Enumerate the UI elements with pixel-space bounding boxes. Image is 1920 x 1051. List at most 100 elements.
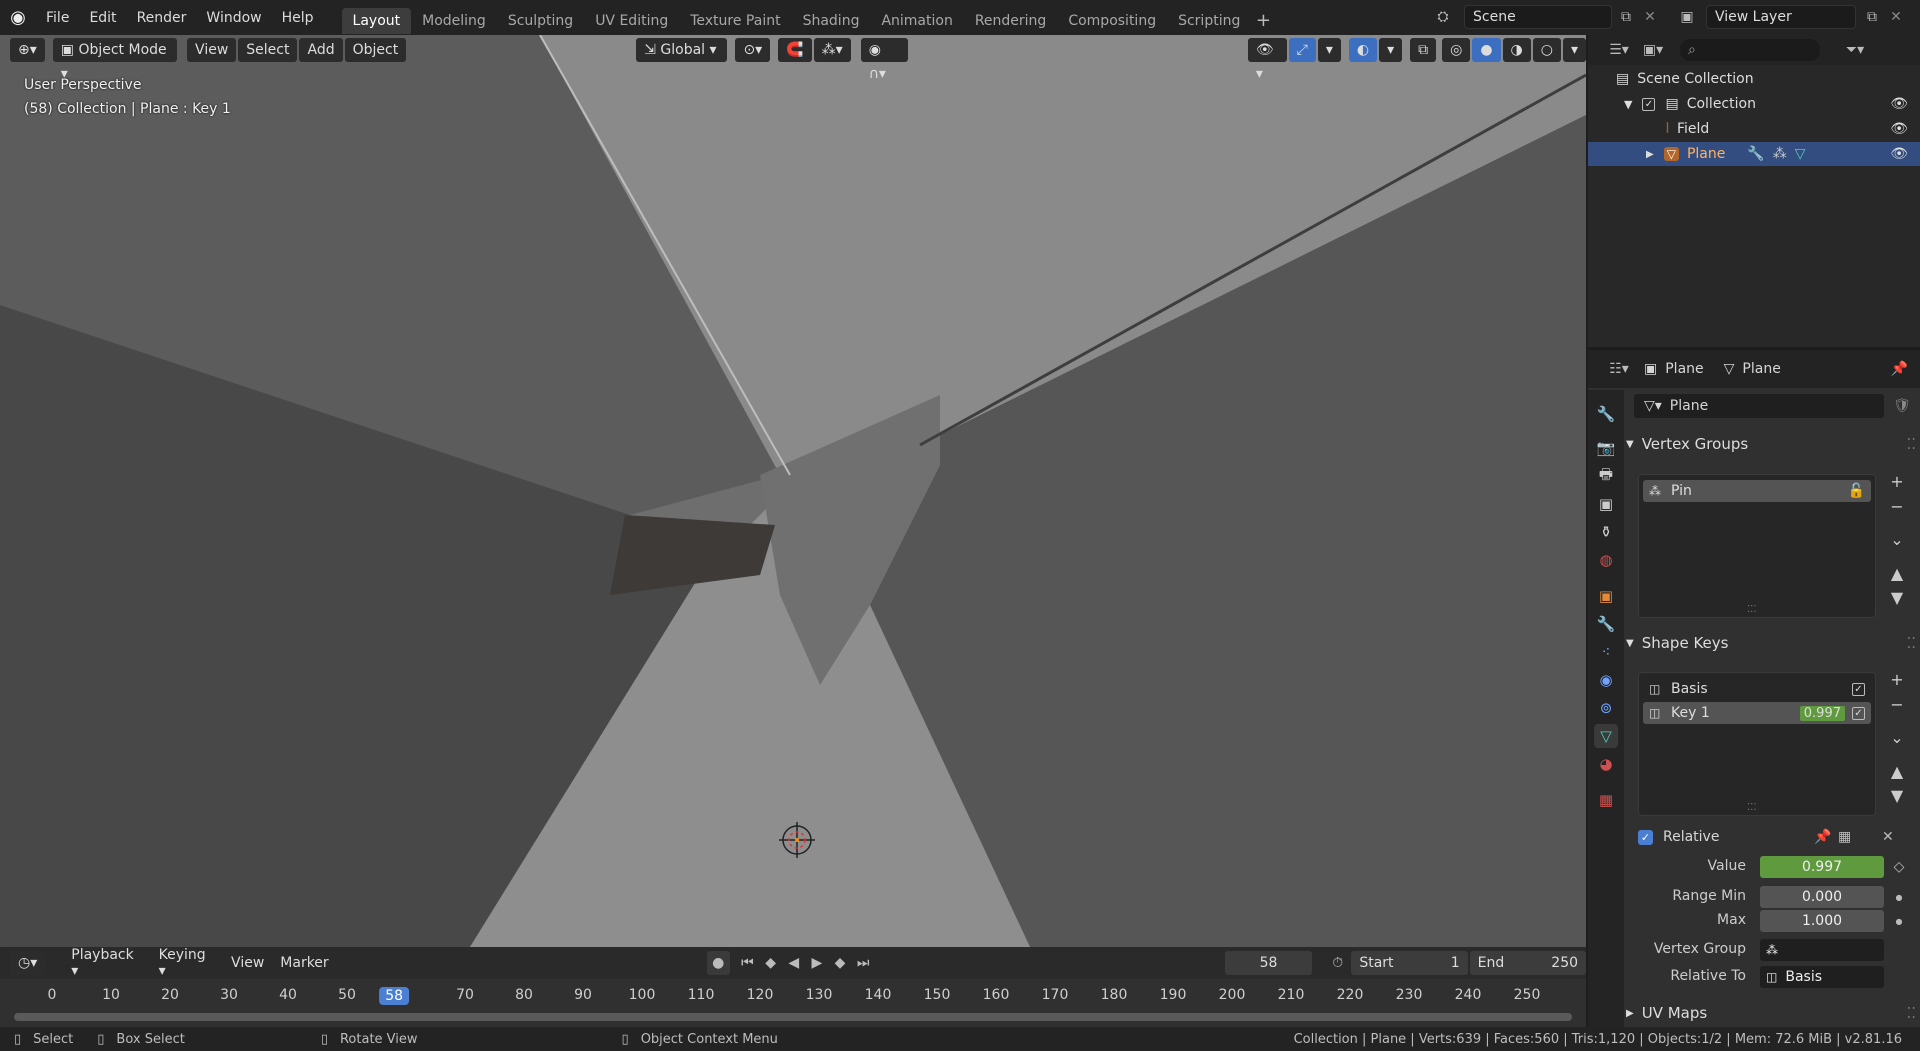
constraints-tab-icon[interactable]: ⊚	[1594, 696, 1618, 720]
shape-keys-list[interactable]: ◫ Basis ✓ ◫ Key 1 0.997 ✓ ⁚⁚⁚	[1638, 672, 1876, 816]
tab-animation[interactable]: Animation	[870, 8, 963, 34]
start-frame-field[interactable]: Start 1	[1351, 951, 1468, 975]
shape-key-key1-checkbox[interactable]: ✓	[1852, 706, 1865, 720]
jump-end-icon[interactable]: ⏭	[852, 951, 875, 975]
mesh-data-icon[interactable]: ▽	[1795, 146, 1806, 162]
fake-user-icon[interactable]: 🛡	[1890, 394, 1914, 418]
outliner-row-field[interactable]: ⦚ Field 👁	[1588, 117, 1920, 141]
shape-keys-panel-header[interactable]: ▼ Shape Keys ⁚⁚	[1626, 630, 1916, 656]
tab-scripting[interactable]: Scripting	[1167, 8, 1251, 34]
shape-key-pin-icon[interactable]: 📌	[1814, 829, 1831, 845]
plane-expand-icon[interactable]: ▶	[1646, 149, 1654, 160]
shape-keys-resize-grip-icon[interactable]: ⁚⁚⁚	[1747, 802, 1757, 813]
menu-window[interactable]: Window	[196, 5, 271, 31]
properties-editor[interactable]: ☷▾ ▣ Plane ▽ Plane 📌 🔧 📷 🖶 ▣ ⚱ ◍ ▣ 🔧 ⁖ ◉…	[1588, 350, 1920, 1027]
play-reverse-icon[interactable]: ◀	[782, 951, 805, 975]
menu-file[interactable]: File	[36, 5, 79, 31]
shape-key-specials-icon[interactable]: ⌄	[1886, 726, 1908, 748]
view-menu[interactable]: View	[187, 38, 237, 62]
end-frame-field[interactable]: End 250	[1469, 951, 1587, 975]
shape-key-key1-value[interactable]: 0.997	[1799, 705, 1845, 721]
tab-rendering[interactable]: Rendering	[964, 8, 1058, 34]
object-mode-dropdown[interactable]: ▣ Object Mode ▾	[52, 38, 178, 82]
timeline-view-menu[interactable]: View	[223, 955, 272, 971]
3d-viewport[interactable]: ⊕▾ ▣ Object Mode ▾ View Select Add Objec…	[0, 35, 1586, 947]
physics-tab-icon[interactable]: ◉	[1594, 668, 1618, 692]
current-frame-field[interactable]: 58	[1224, 951, 1313, 975]
blender-logo-icon[interactable]: ◉	[0, 0, 36, 35]
collection-visibility-icon[interactable]: 👁	[1890, 96, 1908, 112]
properties-editor-type-icon[interactable]: ☷▾	[1602, 358, 1636, 380]
timeline-editor-type-icon[interactable]: ◷▾	[10, 951, 46, 975]
value-slider[interactable]: 0.997	[1760, 856, 1884, 878]
delete-scene-icon[interactable]: ✕	[1640, 5, 1660, 29]
relative-checkbox[interactable]: ✓	[1638, 829, 1653, 845]
tool-tab-icon[interactable]: 🔧	[1594, 402, 1618, 426]
timeline-editor[interactable]: ◷▾ Playback ▾ Keying ▾ View Marker ● ⏮ ◆…	[0, 947, 1587, 1035]
range-min-keyframe-icon[interactable]: ●	[1888, 886, 1910, 908]
tab-modeling[interactable]: Modeling	[411, 8, 497, 34]
expand-arrow-icon[interactable]: ▼	[1624, 98, 1632, 111]
new-view-layer-icon[interactable]: ⧉	[1860, 5, 1884, 29]
shape-key-move-up-icon[interactable]: ▲	[1886, 760, 1908, 782]
world-tab-icon[interactable]: ◍	[1594, 548, 1618, 572]
outliner-row-plane[interactable]: ▶ ▽ Plane 🔧 ⁂ ▽ 👁	[1588, 142, 1920, 166]
value-keyframe-icon[interactable]: ◇	[1888, 856, 1910, 878]
range-min-field[interactable]: 0.000	[1760, 886, 1884, 908]
texture-tab-icon[interactable]: ▦	[1594, 788, 1618, 812]
outliner-row-scene-collection[interactable]: ▤ Scene Collection	[1588, 67, 1920, 91]
select-menu[interactable]: Select	[238, 38, 298, 62]
remove-shape-key-button[interactable]: −	[1886, 693, 1908, 715]
proportional-edit-icon[interactable]: ◉ ∩▾	[860, 38, 908, 82]
view-layer-field[interactable]: View Layer	[1706, 5, 1856, 29]
overlay-icon[interactable]: ◐	[1348, 38, 1378, 62]
vertex-group-move-up-icon[interactable]: ▲	[1886, 562, 1908, 584]
outliner-search-input[interactable]: ⌕	[1680, 39, 1820, 61]
max-field[interactable]: 1.000	[1760, 910, 1884, 932]
uv-maps-drag-handle-icon[interactable]: ⁚⁚	[1906, 1004, 1916, 1022]
xray-icon[interactable]: ⧉	[1410, 38, 1437, 62]
vertex-group-move-down-icon[interactable]: ▼	[1886, 586, 1908, 608]
outliner[interactable]: ☰▾ ▣▾ ⌕ ⏷▾ ▤ Scene Collection ▼ ✓ ▤ Coll…	[1588, 35, 1920, 347]
prev-keyframe-icon[interactable]: ◆	[759, 951, 782, 975]
remove-vertex-group-button[interactable]: −	[1886, 495, 1908, 517]
field-visibility-icon[interactable]: 👁	[1890, 121, 1908, 137]
gizmo-icon[interactable]: ⤢	[1288, 38, 1316, 62]
add-vertex-group-button[interactable]: +	[1886, 470, 1908, 492]
tab-sculpting[interactable]: Sculpting	[497, 8, 584, 34]
tab-layout[interactable]: Layout	[341, 7, 412, 34]
vertex-groups-icon[interactable]: ⁂	[1773, 146, 1787, 162]
context-data-name[interactable]: Plane	[1742, 361, 1780, 377]
material-shading-icon[interactable]: ◑	[1502, 38, 1531, 62]
shape-key-edit-mode-icon[interactable]: ▦	[1838, 829, 1851, 845]
tab-shading[interactable]: Shading	[792, 8, 871, 34]
marker-menu[interactable]: Marker	[272, 955, 336, 971]
relative-to-field[interactable]: ◫ Basis	[1760, 966, 1884, 988]
pivot-icon[interactable]: ⊙▾	[735, 38, 771, 62]
editor-type-icon[interactable]: ⊕▾	[10, 38, 45, 62]
tab-texture-paint[interactable]: Texture Paint	[679, 8, 791, 34]
visibility-icon[interactable]: 👁▾	[1247, 38, 1287, 82]
shape-keys-drag-handle-icon[interactable]: ⁚⁚	[1906, 634, 1916, 652]
add-shape-key-button[interactable]: +	[1886, 668, 1908, 690]
modifier-wrench-icon[interactable]: 🔧	[1747, 146, 1764, 162]
view-layer-icon[interactable]: ▣	[1672, 5, 1702, 29]
overlay-dropdown-icon[interactable]: ▾	[1379, 38, 1403, 62]
scene-name-field[interactable]: Scene	[1464, 5, 1612, 29]
menu-edit[interactable]: Edit	[79, 5, 126, 31]
collection-checkbox[interactable]: ✓	[1642, 97, 1656, 111]
orientation-dropdown[interactable]: ⇲ Global ▾	[636, 38, 728, 62]
next-keyframe-icon[interactable]: ◆	[828, 951, 851, 975]
record-icon[interactable]: ●	[706, 951, 730, 975]
display-mode-icon[interactable]: ▣▾	[1636, 39, 1670, 61]
jump-start-icon[interactable]: ⏮	[736, 951, 759, 975]
preview-range-icon[interactable]: ⏱	[1326, 951, 1349, 975]
timeline-scrollbar[interactable]	[14, 1013, 1572, 1021]
menu-render[interactable]: Render	[127, 5, 197, 31]
filter-icon[interactable]: ⏷▾	[1838, 39, 1872, 61]
viewport-scene[interactable]	[0, 35, 1586, 947]
particles-tab-icon[interactable]: ⁖	[1594, 640, 1618, 664]
render-tab-icon[interactable]: 📷	[1594, 436, 1618, 460]
add-workspace-icon[interactable]: +	[1251, 8, 1275, 34]
object-menu[interactable]: Object	[344, 38, 407, 62]
